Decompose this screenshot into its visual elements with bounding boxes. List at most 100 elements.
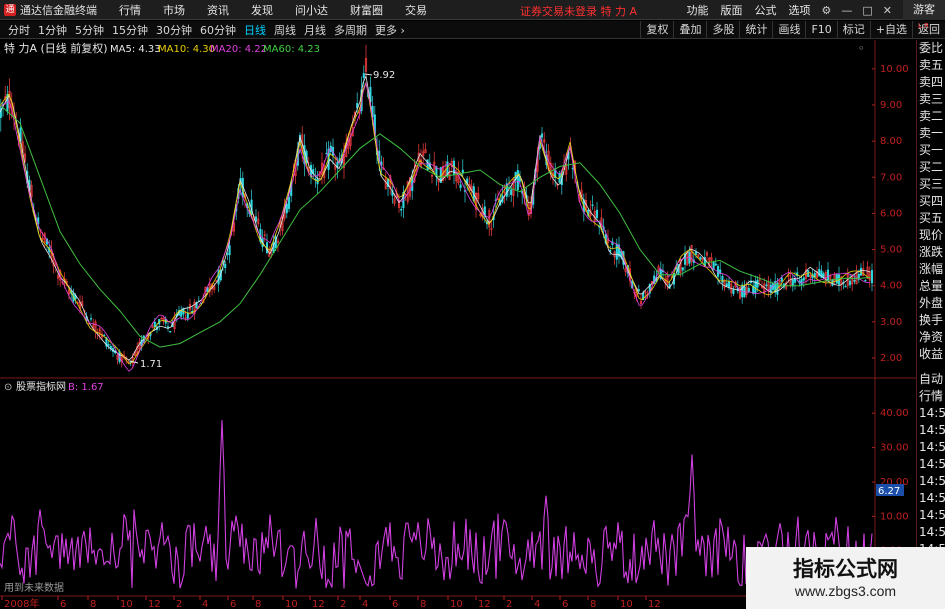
formula-menu[interactable]: 公式 [755, 2, 777, 18]
options-menu[interactable]: 选项 [789, 2, 811, 18]
close-icon[interactable]: ✕ [883, 4, 892, 17]
date-tick-label: 4 [534, 599, 540, 609]
function-menu[interactable]: 功能 [687, 2, 709, 18]
candle-body [169, 331, 172, 333]
side-panel-label: 卖二 [919, 109, 944, 123]
stock-chart[interactable]: 特 力A (日线 前复权) MA5: 4.33 MA10: 4.30 MA20:… [0, 40, 916, 609]
gear-icon[interactable]: ⚙ [822, 4, 832, 17]
adjust-button[interactable]: 复权 [640, 21, 673, 39]
candle-body [224, 263, 227, 268]
candle-body [765, 284, 768, 286]
date-tick-label: 10 [620, 599, 633, 609]
app-title: 通达信金融终端 [20, 3, 97, 17]
menu-item-ask[interactable]: 问小达 [295, 2, 328, 18]
date-tick-label: 4 [202, 599, 208, 609]
side-panel-label: 14:5 [919, 474, 945, 488]
guest-button[interactable]: 游客 [903, 0, 945, 20]
date-tick-label: 2 [176, 599, 182, 609]
indicator-tick-label: 40.00 [880, 408, 909, 419]
candle-body [285, 203, 288, 214]
period-tab-more[interactable]: 更多 › [375, 22, 405, 38]
side-panel-label: 14:5 [919, 508, 945, 522]
high-price-label: 9.92 [373, 70, 395, 81]
candle-body [362, 73, 365, 79]
period-tab-60min[interactable]: 60分钟 [200, 22, 236, 38]
indicator-line [0, 420, 873, 589]
watermark-url: www.zbgs3.com [794, 583, 897, 599]
side-panel-label: 卖四 [919, 75, 944, 89]
ma20-label: MA20: 4.22 [210, 44, 267, 55]
date-tick-label: 12 [478, 599, 491, 609]
candle-body [725, 283, 728, 287]
menu-item-trade[interactable]: 交易 [405, 2, 427, 18]
chart-tools: 复权 叠加 多股 统计 画线 F10 标记 +自选 返回 [640, 21, 945, 39]
zoom-toggle-icon[interactable]: ◦ [858, 42, 865, 55]
period-tab-monthly[interactable]: 月线 [304, 22, 326, 38]
side-panel-label: 净资 [919, 330, 944, 344]
period-tab-multi[interactable]: 多周期 [334, 22, 367, 38]
candle-body [228, 245, 231, 256]
ma60-line [0, 104, 871, 348]
candle-body [166, 326, 170, 328]
ma60-label: MA60: 4.23 [263, 44, 320, 55]
f10-button[interactable]: F10 [805, 21, 836, 39]
price-tick-label: 3.00 [880, 317, 902, 328]
date-tick-label: 12 [312, 599, 325, 609]
candle-body [844, 285, 847, 288]
side-panel-label: 卖五 [919, 58, 944, 72]
candle-body [186, 312, 189, 319]
price-tick-label: 9.00 [880, 100, 902, 111]
add-watchlist-button[interactable]: +自选 [869, 21, 912, 39]
menu-item-discover[interactable]: 发现 [251, 2, 273, 18]
draw-line-button[interactable]: 画线 [772, 21, 805, 39]
period-tab-5min[interactable]: 5分钟 [75, 22, 104, 38]
period-tab-weekly[interactable]: 周线 [274, 22, 296, 38]
candle-body [864, 280, 867, 282]
menu-item-quotes[interactable]: 行情 [119, 2, 141, 18]
price-axis: 10.00 9.00 8.00 7.00 6.00 5.00 4.00 3.00 2.00 [872, 64, 909, 364]
menu-item-news[interactable]: 资讯 [207, 2, 229, 18]
candle-body [615, 243, 618, 260]
date-tick-label: 2 [506, 599, 512, 609]
minimize-icon[interactable]: — [841, 4, 852, 17]
statistics-button[interactable]: 统计 [739, 21, 772, 39]
multi-stock-button[interactable]: 多股 [706, 21, 739, 39]
overlay-button[interactable]: 叠加 [673, 21, 706, 39]
date-tick-label: 10 [285, 599, 298, 609]
indicator-footer: 用到未来数据 [4, 581, 64, 594]
date-tick-label: 6 [562, 599, 568, 609]
menu-item-wealth[interactable]: 财富圈 [350, 2, 383, 18]
indicator-settings-icon[interactable]: ⊙ [4, 382, 12, 393]
candle-body [712, 262, 715, 270]
candle-body [400, 209, 403, 211]
date-tick-label: 10 [120, 599, 133, 609]
maximize-icon[interactable]: □ [862, 4, 872, 17]
menu-item-market[interactable]: 市场 [163, 2, 185, 18]
side-panel-label: 14:5 [919, 457, 945, 471]
layout-menu[interactable]: 版面 [721, 2, 743, 18]
panel-corner-label: L R [918, 22, 929, 30]
date-tick-label: 12 [648, 599, 661, 609]
ma5-line [0, 74, 871, 361]
period-tab-15min[interactable]: 15分钟 [112, 22, 148, 38]
period-tab-30min[interactable]: 30分钟 [156, 22, 192, 38]
price-tick-label: 7.00 [880, 172, 902, 183]
side-panel-label: 总量 [919, 279, 944, 293]
candle-body [699, 256, 702, 260]
side-panel-label: 卖三 [919, 92, 944, 106]
chart-title: 特 力A (日线 前复权) [4, 41, 108, 55]
side-panel-label: 14:5 [919, 440, 945, 454]
side-panel-label: 自动 [919, 372, 944, 386]
candle-body [637, 289, 640, 292]
date-tick-label: 6 [60, 599, 66, 609]
period-tab-daily[interactable]: 日线 [244, 22, 266, 38]
price-tick-label: 8.00 [880, 136, 902, 147]
watermark-logo: 指标公式网 www.zbgs3.com [746, 547, 945, 609]
period-tab-1min[interactable]: 1分钟 [38, 22, 67, 38]
mark-button[interactable]: 标记 [836, 21, 870, 39]
period-tab-intraday[interactable]: 分时 [8, 22, 30, 38]
ma10-line [0, 81, 871, 365]
period-more-label: 更多 [375, 23, 397, 37]
candle-body [540, 133, 544, 138]
candle-body [818, 268, 821, 277]
